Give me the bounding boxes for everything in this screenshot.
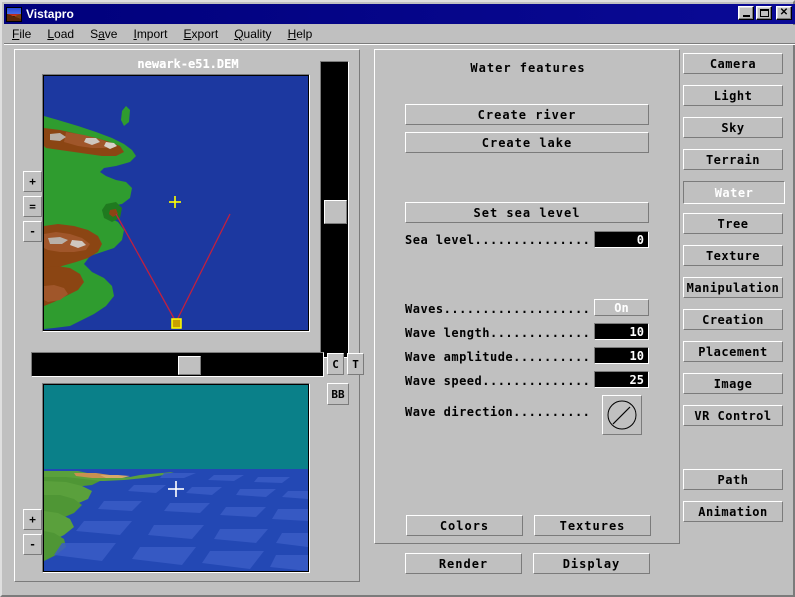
- sea-level-label: Sea level...............: [405, 233, 591, 247]
- map-zoom-reset-button[interactable]: =: [23, 196, 42, 217]
- create-river-button[interactable]: Create river: [405, 104, 649, 125]
- overhead-map-frame: [42, 74, 310, 332]
- menu-item-save[interactable]: Save: [82, 26, 125, 42]
- target-mode-button[interactable]: T: [347, 353, 364, 375]
- wave-length-label: Wave length.............: [405, 326, 591, 340]
- preview-zoom-controls: + -: [23, 509, 42, 557]
- sidebar-item-sky[interactable]: Sky: [683, 117, 783, 138]
- window-title: Vistapro: [26, 7, 74, 21]
- preview-frame: [42, 383, 310, 573]
- map-zoom-out-button[interactable]: -: [23, 221, 42, 242]
- dem-filename-label: newark-e51.DEM: [137, 57, 239, 71]
- panel-title: Water features: [470, 61, 586, 75]
- sidebar-item-texture[interactable]: Texture: [683, 245, 783, 266]
- map-horizontal-scroll-thumb[interactable]: [178, 356, 201, 375]
- sidebar-item-animation[interactable]: Animation: [683, 501, 783, 522]
- sidebar-item-creation[interactable]: Creation: [683, 309, 783, 330]
- map-vertical-scroll-thumb[interactable]: [324, 200, 347, 224]
- preview-canvas[interactable]: [44, 385, 308, 571]
- sidebar-item-vr-control[interactable]: VR Control: [683, 405, 783, 426]
- terrain-map-graphic: [44, 76, 308, 330]
- map-vertical-scrollbar[interactable]: [320, 61, 349, 358]
- wave-speed-label: Wave speed..............: [405, 374, 591, 388]
- maximize-icon: [759, 9, 769, 17]
- dial-icon: [607, 400, 637, 430]
- window-controls: ✕: [738, 6, 792, 20]
- map-zoom-controls: + = -: [23, 171, 42, 244]
- maximize-button[interactable]: [756, 6, 772, 20]
- close-icon: ✕: [779, 7, 789, 18]
- map-ct-buttons: C T: [327, 353, 364, 375]
- vistapro-window: Vistapro ✕ File Load Save Import Export …: [0, 0, 795, 597]
- sidebar-item-manipulation[interactable]: Manipulation: [683, 277, 783, 298]
- wave-amplitude-label: Wave amplitude..........: [405, 350, 591, 364]
- sidebar-item-tree[interactable]: Tree: [683, 213, 783, 234]
- wave-direction-label: Wave direction..........: [405, 405, 591, 419]
- display-button[interactable]: Display: [533, 553, 650, 574]
- sidebar-item-light[interactable]: Light: [683, 85, 783, 106]
- sidebar-item-path[interactable]: Path: [683, 469, 783, 490]
- wave-direction-dial[interactable]: [602, 395, 642, 435]
- overhead-map-canvas[interactable]: [44, 76, 308, 330]
- menu-item-help[interactable]: Help: [280, 26, 321, 42]
- preview-zoom-in-button[interactable]: +: [23, 509, 42, 530]
- close-button[interactable]: ✕: [776, 6, 792, 20]
- textures-button[interactable]: Textures: [534, 515, 651, 536]
- wave-amplitude-value[interactable]: 10: [594, 347, 649, 364]
- title-bar: Vistapro ✕: [4, 4, 795, 24]
- menu-item-export[interactable]: Export: [176, 26, 227, 42]
- water-features-panel: Water features Create river Create lake …: [374, 49, 680, 544]
- menu-item-quality[interactable]: Quality: [226, 26, 279, 42]
- map-zoom-in-button[interactable]: +: [23, 171, 42, 192]
- minimize-icon: [742, 14, 750, 17]
- sidebar-item-placement[interactable]: Placement: [683, 341, 783, 362]
- colors-button[interactable]: Colors: [406, 515, 523, 536]
- menu-item-load[interactable]: Load: [39, 26, 82, 42]
- menu-item-import[interactable]: Import: [125, 26, 175, 42]
- bb-button[interactable]: BB: [327, 383, 349, 405]
- minimize-button[interactable]: [738, 6, 754, 20]
- preview-3d-graphic: [44, 385, 308, 571]
- wave-speed-value[interactable]: 25: [594, 371, 649, 388]
- sea-level-value[interactable]: 0: [594, 231, 649, 248]
- menu-bar: File Load Save Import Export Quality Hel…: [4, 25, 795, 43]
- set-sea-level-button[interactable]: Set sea level: [405, 202, 649, 223]
- camera-mode-button[interactable]: C: [327, 353, 344, 375]
- preview-zoom-out-button[interactable]: -: [23, 534, 42, 555]
- bottom-actions: Render Display: [374, 550, 680, 578]
- sidebar-item-terrain[interactable]: Terrain: [683, 149, 783, 170]
- waves-toggle[interactable]: On: [594, 299, 649, 316]
- create-lake-button[interactable]: Create lake: [405, 132, 649, 153]
- sidebar-item-camera[interactable]: Camera: [683, 53, 783, 74]
- waves-label: Waves...................: [405, 302, 591, 316]
- sidebar-item-water[interactable]: Water: [683, 181, 785, 204]
- map-horizontal-scrollbar[interactable]: [31, 352, 324, 377]
- menu-item-file[interactable]: File: [4, 26, 39, 42]
- sidebar-item-image[interactable]: Image: [683, 373, 783, 394]
- vistapro-mountain-icon: [6, 6, 22, 22]
- menu-divider: [4, 43, 795, 45]
- render-button[interactable]: Render: [405, 553, 522, 574]
- map-pane: newark-e51.DEM + = - C T BB + -: [14, 49, 364, 582]
- wave-length-value[interactable]: 10: [594, 323, 649, 340]
